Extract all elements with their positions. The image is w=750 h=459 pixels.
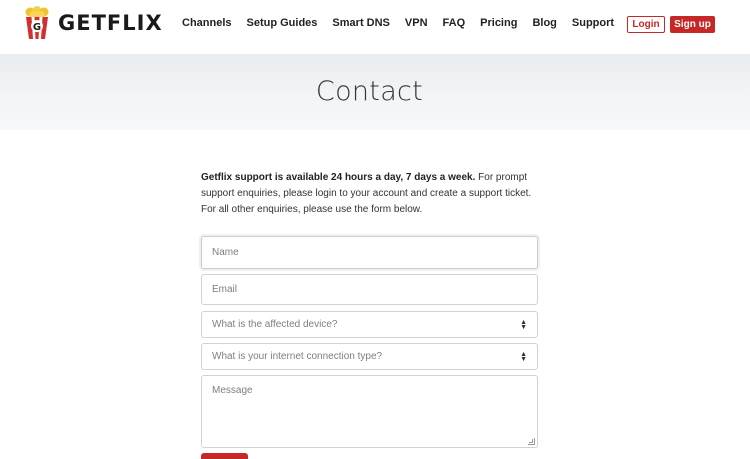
signup-button[interactable]: Sign up xyxy=(670,16,715,33)
intro-text: Getflix support is available 24 hours a … xyxy=(201,170,541,218)
nav-item-support[interactable]: Support xyxy=(572,17,614,29)
login-button[interactable]: Login xyxy=(627,16,665,33)
message-placeholder: Message xyxy=(212,385,253,396)
main-nav: Channels Setup Guides Smart DNS VPN FAQ … xyxy=(182,17,629,29)
device-placeholder: What is the affected device? xyxy=(212,319,338,330)
nav-item-vpn[interactable]: VPN xyxy=(405,17,428,29)
page-title: Contact xyxy=(315,76,424,107)
nav-item-faq[interactable]: FAQ xyxy=(443,17,466,29)
connection-placeholder: What is your internet connection type? xyxy=(212,351,383,362)
brand-logo[interactable]: G GETFLIX xyxy=(24,6,163,40)
device-select[interactable]: What is the affected device? ▲ ▼ xyxy=(201,311,538,338)
nav-item-channels[interactable]: Channels xyxy=(182,17,232,29)
nav-item-setup-guides[interactable]: Setup Guides xyxy=(247,17,318,29)
email-field[interactable]: Email xyxy=(201,274,538,305)
submit-button[interactable] xyxy=(201,453,248,459)
svg-text:G: G xyxy=(33,22,41,33)
intro-bold-text: Getflix support is available 24 hours a … xyxy=(201,172,476,183)
site-header: G GETFLIX Channels Setup Guides Smart DN… xyxy=(0,0,750,52)
resize-handle-icon[interactable] xyxy=(528,438,535,445)
nav-item-blog[interactable]: Blog xyxy=(532,17,556,29)
email-placeholder: Email xyxy=(212,284,238,295)
nav-item-smart-dns[interactable]: Smart DNS xyxy=(332,17,389,29)
name-field[interactable]: Name xyxy=(201,236,538,269)
message-textarea[interactable]: Message xyxy=(201,375,538,448)
nav-item-pricing[interactable]: Pricing xyxy=(480,17,517,29)
brand-name: GETFLIX xyxy=(58,11,163,35)
name-placeholder: Name xyxy=(212,247,239,258)
sort-arrows-icon: ▲ ▼ xyxy=(520,350,527,363)
sort-arrows-icon: ▲ ▼ xyxy=(520,318,527,331)
popcorn-icon: G xyxy=(24,6,50,40)
connection-type-select[interactable]: What is your internet connection type? ▲… xyxy=(201,343,538,370)
